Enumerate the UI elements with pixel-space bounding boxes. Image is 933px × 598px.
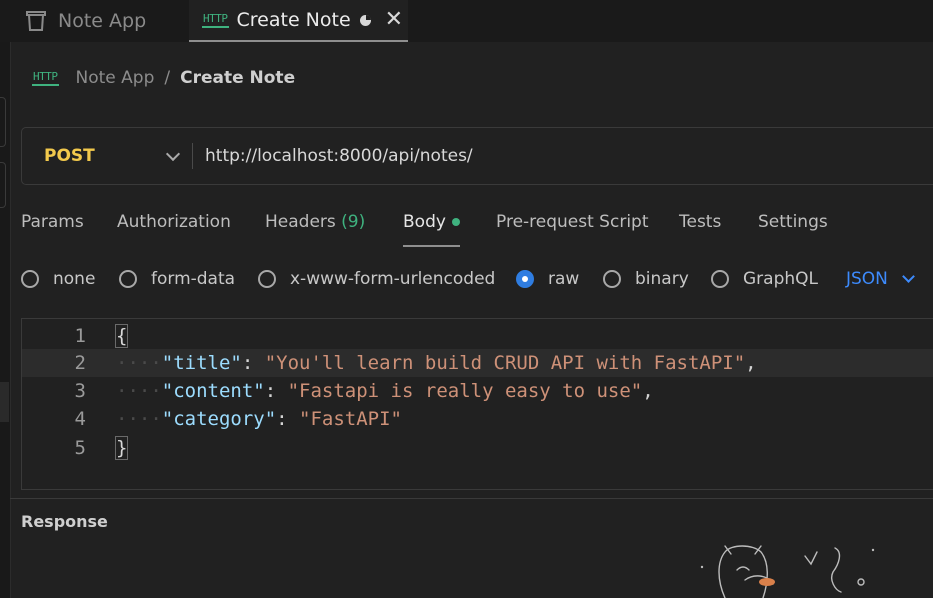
- radio-label: binary: [635, 269, 689, 289]
- code-line: 1 {: [22, 322, 933, 350]
- response-resize-handle[interactable]: [10, 498, 933, 499]
- radio-graphql[interactable]: GraphQL: [711, 269, 818, 289]
- radio-circle[interactable]: [119, 270, 137, 288]
- method-label: POST: [44, 146, 95, 166]
- tab-authorization[interactable]: Authorization: [117, 207, 231, 245]
- tab-label: Headers: [265, 212, 336, 232]
- sidebar-button[interactable]: [0, 162, 6, 208]
- json-key: "content": [161, 380, 265, 402]
- tab-label: Settings: [758, 212, 828, 232]
- trash-icon: [26, 11, 46, 31]
- json-key: "category": [161, 408, 277, 430]
- json-value: "Fastapi is really easy to use": [287, 380, 643, 402]
- radio-label: raw: [548, 269, 580, 289]
- radio-circle[interactable]: [711, 270, 729, 288]
- radio-label: x-www-form-urlencoded: [290, 269, 496, 289]
- radio-label: GraphQL: [743, 269, 818, 289]
- json-key: "title": [161, 352, 242, 374]
- line-number: 3: [74, 380, 86, 402]
- tab-note-app[interactable]: Note App: [0, 0, 188, 42]
- code-line-active: 2 ····"title": "You'll learn build CRUD …: [22, 349, 933, 377]
- line-number: 2: [74, 352, 86, 374]
- tab-pre-request-script[interactable]: Pre-request Script: [496, 207, 649, 245]
- tab-label: Body: [403, 212, 446, 232]
- body-set-indicator-icon: [451, 218, 460, 226]
- sidebar-collapsed: [0, 42, 11, 598]
- tab-create-note[interactable]: HTTP Create Note ✕: [189, 0, 408, 42]
- json-value: "FastAPI": [299, 408, 402, 430]
- indent-guide: ····: [116, 352, 162, 374]
- request-url-bar: POST: [21, 127, 933, 185]
- format-label: JSON: [846, 269, 888, 289]
- radio-circle[interactable]: [21, 270, 39, 288]
- breadcrumb: HTTP Note App / Create Note: [32, 64, 295, 92]
- tab-tests[interactable]: Tests: [679, 207, 721, 245]
- sidebar-button[interactable]: [0, 97, 6, 147]
- code-text: ····"title": "You'll learn build CRUD AP…: [116, 349, 757, 377]
- empty-response-illustration: [700, 545, 875, 598]
- tab-label: Authorization: [117, 212, 231, 232]
- unsaved-indicator-icon: [359, 14, 371, 26]
- radio-raw[interactable]: raw: [516, 269, 579, 289]
- method-select[interactable]: POST: [22, 146, 192, 166]
- sidebar-selected-item[interactable]: [0, 382, 9, 422]
- tab-label: Params: [21, 212, 84, 232]
- tab-settings[interactable]: Settings: [758, 207, 828, 245]
- tab-params[interactable]: Params: [21, 207, 84, 245]
- code-text: ····"content": "Fastapi is really easy t…: [116, 377, 654, 405]
- radio-circle[interactable]: [603, 270, 621, 288]
- tab-label: Note App: [58, 10, 147, 32]
- tab-headers[interactable]: Headers (9): [265, 207, 365, 245]
- json-colon: :: [241, 352, 265, 374]
- line-number: 1: [74, 325, 86, 347]
- indent-guide: ····: [116, 380, 162, 402]
- radio-x-www-form-urlencoded[interactable]: x-www-form-urlencoded: [258, 269, 495, 289]
- radio-label: form-data: [151, 269, 236, 289]
- json-colon: :: [276, 408, 300, 430]
- json-comma: ,: [642, 380, 654, 402]
- radio-binary[interactable]: binary: [603, 269, 689, 289]
- json-value: "You'll learn build CRUD API with FastAP…: [264, 352, 746, 374]
- editor-tab-bar: Note App HTTP Create Note ✕: [0, 0, 933, 42]
- line-number: 5: [74, 437, 86, 459]
- code-line: 3 ····"content": "Fastapi is really easy…: [22, 377, 933, 405]
- tab-label: Tests: [679, 212, 722, 232]
- open-brace: {: [114, 324, 129, 348]
- tab-label: Pre-request Script: [496, 212, 649, 232]
- url-input[interactable]: [193, 145, 933, 167]
- code-line: 4 ····"category": "FastAPI": [22, 405, 933, 433]
- code-text: ····"category": "FastAPI": [116, 405, 402, 433]
- radio-circle[interactable]: [258, 270, 276, 288]
- chevron-down-icon: [165, 146, 181, 161]
- tab-body[interactable]: Body: [403, 207, 460, 247]
- code-text: }: [114, 434, 129, 462]
- code-line: 5 }: [22, 434, 933, 462]
- json-comma: ,: [745, 352, 757, 374]
- body-code-editor[interactable]: 1 { 2 ····"title": "You'll learn build C…: [21, 318, 933, 490]
- close-brace: }: [114, 436, 129, 460]
- indent-guide: ····: [116, 408, 162, 430]
- chevron-down-icon: [902, 270, 915, 283]
- breadcrumb-separator: /: [164, 68, 171, 88]
- request-name[interactable]: Create Note: [180, 68, 295, 88]
- radio-form-data[interactable]: form-data: [119, 269, 235, 289]
- breadcrumb-collection[interactable]: Note App: [76, 68, 155, 88]
- headers-count: (9): [341, 212, 366, 232]
- close-icon[interactable]: ✕: [385, 9, 403, 31]
- response-heading: Response: [21, 512, 108, 531]
- http-icon: HTTP: [32, 70, 59, 86]
- code-text: {: [114, 322, 129, 350]
- tab-label: Create Note: [236, 9, 351, 31]
- radio-circle[interactable]: [516, 270, 534, 288]
- line-number: 4: [74, 408, 86, 430]
- radio-label: none: [53, 269, 96, 289]
- json-colon: :: [264, 380, 288, 402]
- format-select[interactable]: JSON: [846, 269, 915, 289]
- radio-none[interactable]: none: [21, 269, 95, 289]
- http-icon: HTTP: [202, 12, 229, 28]
